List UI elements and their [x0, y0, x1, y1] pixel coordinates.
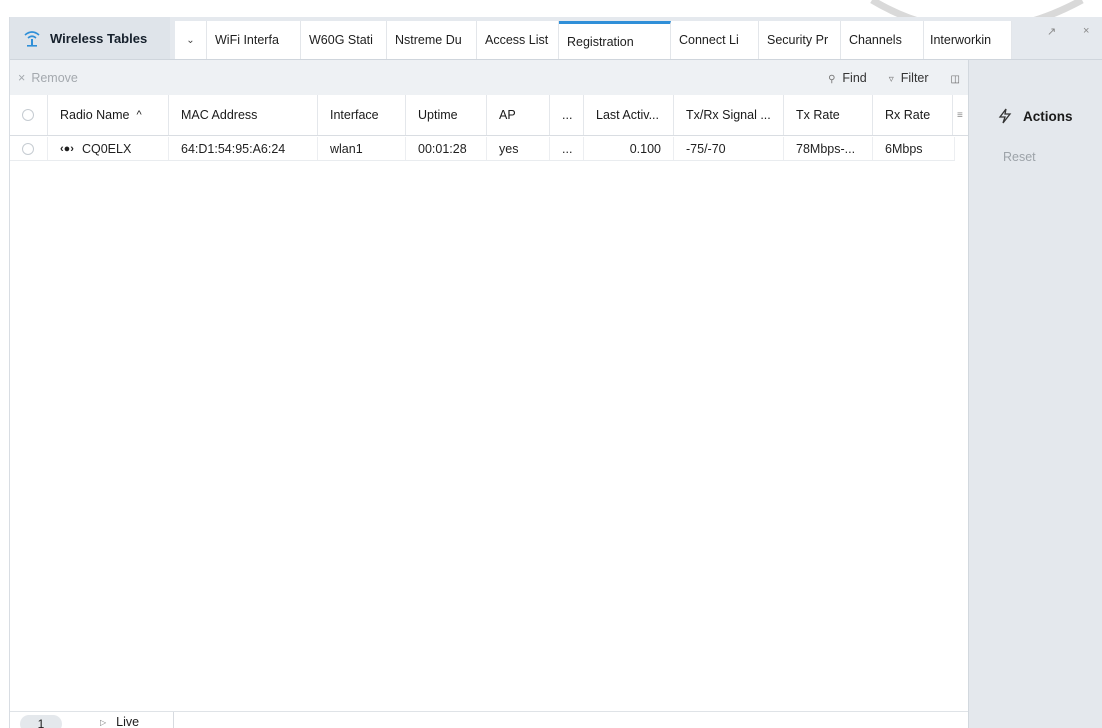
toolbar: × Remove ⚲ Find ▿ Filter ◫ — [10, 60, 968, 95]
tab-list: WiFi Interfa W60G Stati Nstreme Du Acces… — [207, 21, 1012, 59]
column-header-last-activity[interactable]: Last Activ... — [584, 95, 674, 135]
wireless-tables-window: Wireless Tables ⌄ WiFi Interfa W60G Stat… — [9, 17, 1102, 728]
chevron-down-icon: ⌄ — [186, 34, 195, 46]
radio-signal-icon: ‹●› — [60, 142, 74, 155]
tab-connect-list[interactable]: Connect Li — [671, 21, 759, 59]
tab-registration[interactable]: Registration — [559, 21, 671, 59]
row-select-checkbox[interactable] — [10, 137, 48, 160]
window-title-tab: Wireless Tables — [10, 17, 170, 59]
filter-button[interactable]: ▿ Filter — [889, 71, 929, 85]
tab-bar: Wireless Tables ⌄ WiFi Interfa W60G Stat… — [10, 17, 1102, 60]
tab-security-profiles[interactable]: Security Pr — [759, 21, 841, 59]
close-icon[interactable]: × — [1083, 25, 1089, 37]
remove-button[interactable]: × Remove — [10, 71, 78, 85]
tabs-dropdown-button[interactable]: ⌄ — [175, 21, 207, 59]
column-header-interface[interactable]: Interface — [318, 95, 406, 135]
cell-radio-name: ‹●› CQ0ELX — [48, 137, 169, 160]
cell-more: ... — [550, 137, 584, 160]
lightning-icon — [998, 108, 1012, 124]
window-title: Wireless Tables — [50, 30, 148, 46]
column-header-mac-address[interactable]: MAC Address — [169, 95, 318, 135]
actions-sidebar: Actions Reset — [968, 60, 1102, 728]
tab-channels[interactable]: Channels — [841, 21, 924, 59]
cell-mac-address: 64:D1:54:95:A6:24 — [169, 137, 318, 160]
cell-last-activity: 0.100 — [584, 137, 674, 160]
expand-icon[interactable]: ↗ — [1047, 25, 1056, 38]
cell-rx-rate: 6Mbps — [873, 137, 955, 160]
columns-icon: ◫ — [950, 73, 960, 85]
select-all-checkbox[interactable] — [10, 95, 48, 135]
tab-wifi-interfaces[interactable]: WiFi Interfa — [207, 21, 301, 59]
tab-nstreme-dual[interactable]: Nstreme Du — [387, 21, 477, 59]
column-menu-icon[interactable]: ≡ — [953, 95, 968, 135]
table-row[interactable]: ‹●› CQ0ELX 64:D1:54:95:A6:24 wlan1 00:01… — [10, 137, 955, 161]
column-header-uptime[interactable]: Uptime — [406, 95, 487, 135]
column-header-radio-name[interactable]: Radio Name ^ — [48, 95, 169, 135]
column-header-tx-rate[interactable]: Tx Rate — [784, 95, 873, 135]
live-toggle[interactable]: ▷ Live — [100, 715, 139, 728]
table-header: Radio Name ^ MAC Address Interface Uptim… — [10, 95, 968, 136]
cell-ap: yes — [487, 137, 550, 160]
registration-table: Radio Name ^ MAC Address Interface Uptim… — [10, 95, 968, 711]
wireless-icon — [24, 31, 40, 47]
tab-interworking[interactable]: Interworkin — [924, 21, 1012, 59]
columns-toggle-button[interactable]: ◫ — [951, 71, 960, 85]
close-icon: × — [18, 70, 26, 85]
filter-icon: ▿ — [888, 73, 894, 85]
actions-heading: Actions — [997, 108, 1073, 124]
cell-tx-rate: 78Mbps-... — [784, 137, 873, 160]
cell-uptime: 00:01:28 — [406, 137, 487, 160]
column-header-tx-rx-signal[interactable]: Tx/Rx Signal ... — [674, 95, 784, 135]
reset-action[interactable]: Reset — [1003, 150, 1036, 164]
column-header-more[interactable]: ... — [550, 95, 584, 135]
search-icon: ⚲ — [828, 73, 836, 85]
column-header-ap[interactable]: AP — [487, 95, 550, 135]
footer-divider — [173, 712, 174, 728]
find-button[interactable]: ⚲ Find — [828, 71, 867, 85]
column-header-rx-rate[interactable]: Rx Rate — [873, 95, 953, 135]
tab-access-list[interactable]: Access List — [477, 21, 559, 59]
tab-w60g-stations[interactable]: W60G Stati — [301, 21, 387, 59]
status-footer: 1 ▷ Live — [10, 711, 968, 728]
row-count-badge: 1 — [20, 715, 62, 728]
play-icon: ▷ — [100, 717, 107, 727]
cell-interface: wlan1 — [318, 137, 406, 160]
sort-ascending-icon: ^ — [136, 109, 142, 121]
cell-tx-rx-signal: -75/-70 — [674, 137, 784, 160]
